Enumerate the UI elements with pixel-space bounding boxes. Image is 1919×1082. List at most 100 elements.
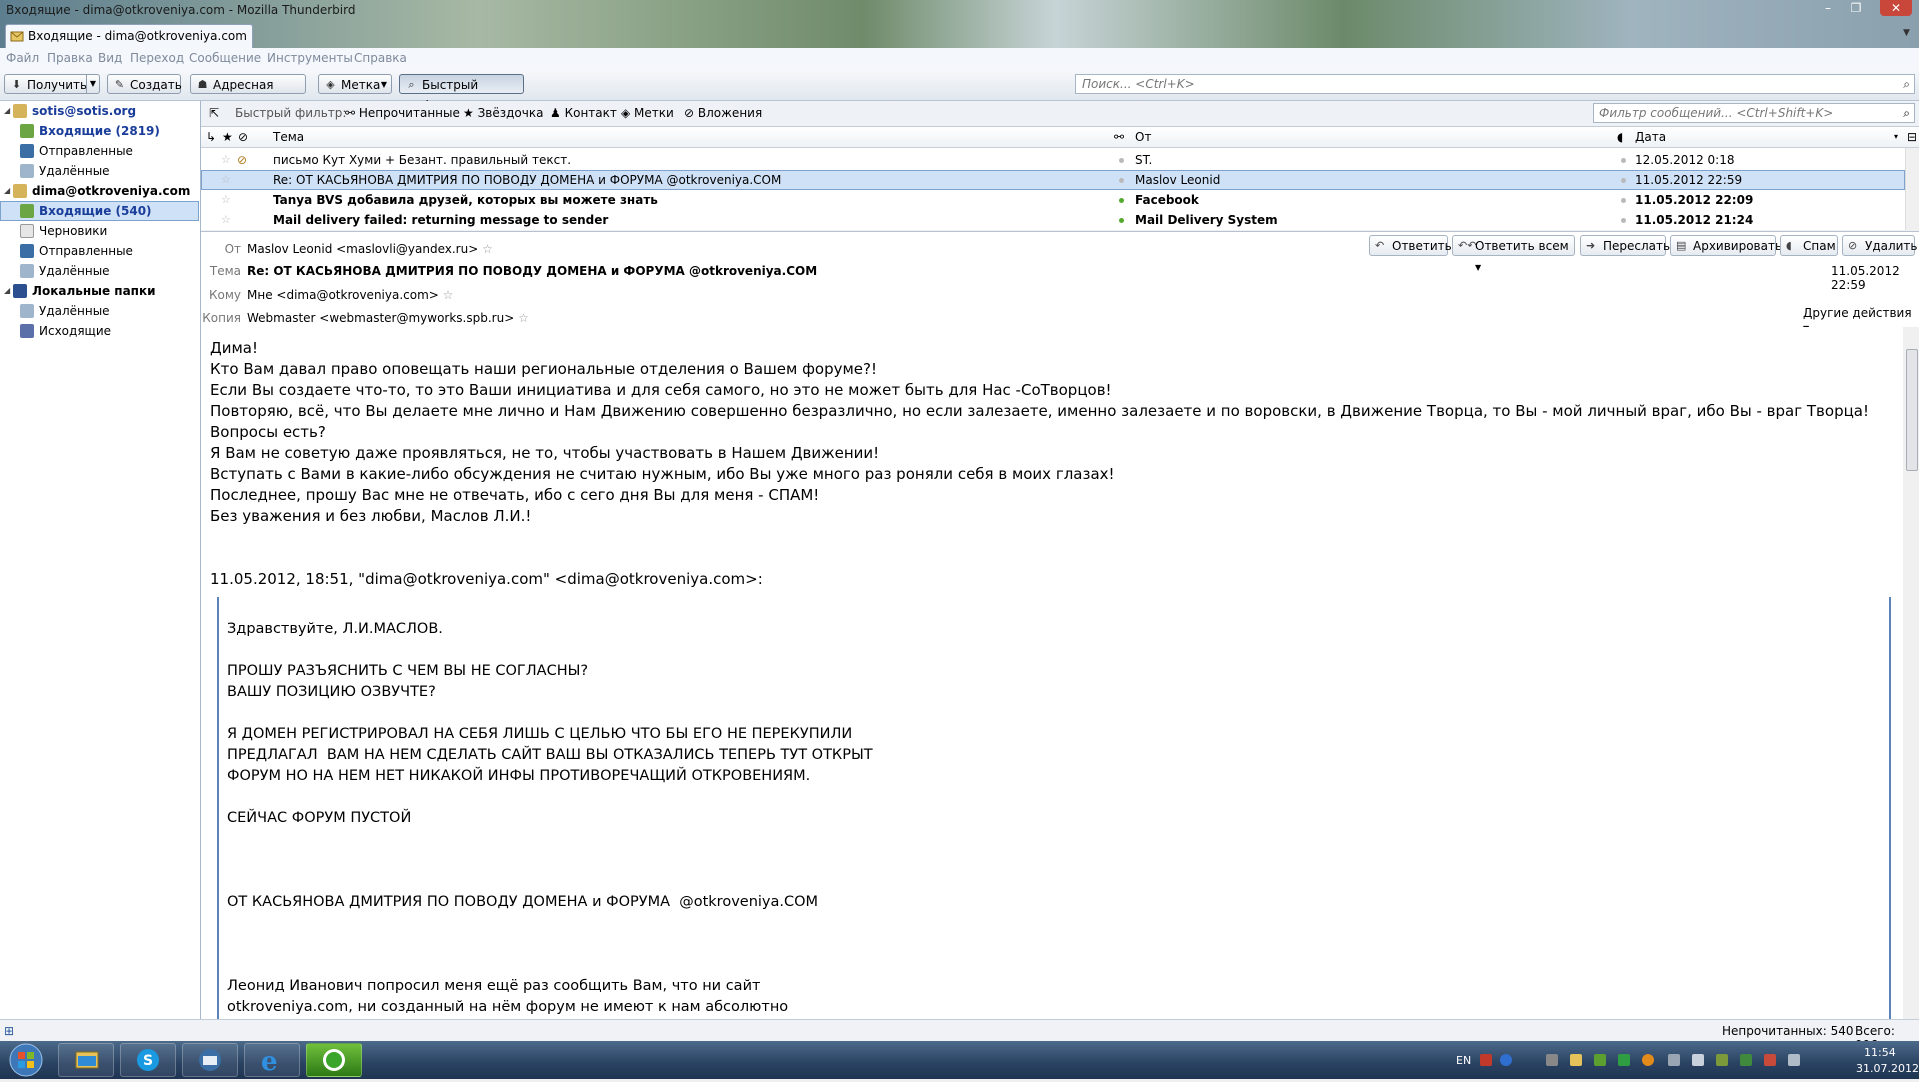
junk-dot-icon[interactable] bbox=[1621, 178, 1626, 183]
pin-icon[interactable]: ⇱ bbox=[209, 106, 219, 120]
folder-sent-dima[interactable]: Отправленные bbox=[0, 241, 199, 261]
update-icon[interactable] bbox=[1642, 1054, 1654, 1066]
star-icon[interactable]: ☆ bbox=[221, 190, 231, 210]
menu-message[interactable]: Сообщение bbox=[189, 51, 261, 65]
from-value[interactable]: Maslov Leonid <maslovli@yandex.ru> ☆ bbox=[247, 242, 493, 256]
folder-trash-sotis[interactable]: Удалённые bbox=[0, 161, 199, 181]
taskbar-thunderbird[interactable] bbox=[182, 1043, 238, 1077]
taskbar-explorer[interactable] bbox=[58, 1043, 114, 1077]
thread-scrollbar[interactable] bbox=[1905, 148, 1919, 230]
activity-icon[interactable]: ⊞ bbox=[4, 1024, 14, 1038]
help-icon[interactable] bbox=[1500, 1054, 1512, 1066]
unread-dot-icon[interactable] bbox=[1119, 198, 1124, 203]
close-button[interactable]: ✕ bbox=[1880, 0, 1912, 16]
green-tray-icon[interactable] bbox=[1740, 1054, 1752, 1066]
antivirus-icon[interactable] bbox=[1618, 1054, 1630, 1066]
taskbar-phone-app[interactable] bbox=[306, 1043, 362, 1077]
column-from[interactable]: От bbox=[1135, 130, 1151, 144]
table-row[interactable]: ☆ ⊘ письмо Кут Хуми + Безант. правильный… bbox=[201, 150, 1905, 170]
steam-icon[interactable] bbox=[1546, 1054, 1558, 1066]
table-row[interactable]: ☆ Tanya BVS добавила друзей, которых вы … bbox=[201, 190, 1905, 210]
star-column-icon[interactable]: ★ bbox=[222, 130, 233, 144]
clock-date[interactable]: 31.07.2012 bbox=[1856, 1062, 1919, 1075]
thread-column-icon[interactable]: ↳ bbox=[206, 130, 216, 144]
star-icon[interactable]: ☆ bbox=[221, 210, 231, 230]
folder-account-dima[interactable]: ◢ dima@otkroveniya.com bbox=[0, 181, 199, 201]
star-icon[interactable]: ☆ bbox=[482, 242, 493, 256]
star-icon[interactable]: ☆ bbox=[221, 150, 231, 170]
address-book-button[interactable]: ☗ Адресная книга bbox=[190, 74, 306, 112]
junk-column-icon[interactable]: ◖ bbox=[1617, 130, 1623, 144]
menu-file[interactable]: Файл bbox=[6, 51, 39, 65]
taskbar-skype[interactable]: S bbox=[120, 1043, 176, 1077]
get-mail-button[interactable]: ⬇ Получить bbox=[4, 74, 87, 94]
attachment-column-icon[interactable]: ⊘ bbox=[238, 130, 248, 144]
folder-account-sotis[interactable]: ◢ sotis@sotis.org bbox=[0, 101, 199, 121]
cc-value[interactable]: Webmaster <webmaster@myworks.spb.ru> ☆ bbox=[247, 311, 529, 325]
folder-tray-icon[interactable] bbox=[1570, 1054, 1582, 1066]
get-mail-dropdown[interactable]: ▼ bbox=[86, 74, 100, 94]
folder-inbox-sotis[interactable]: Входящие (2819) bbox=[0, 121, 199, 141]
menu-help[interactable]: Справка bbox=[354, 51, 407, 65]
search-input[interactable]: Поиск... <Ctrl+K> ⌕ bbox=[1075, 74, 1915, 94]
maximize-button[interactable]: ❐ bbox=[1844, 0, 1868, 16]
folder-local[interactable]: ◢ Локальные папки bbox=[0, 281, 199, 301]
column-subject[interactable]: Тема bbox=[273, 130, 304, 144]
volume-icon[interactable] bbox=[1692, 1054, 1704, 1066]
archive-button[interactable]: ▤ Архивировать bbox=[1670, 235, 1782, 256]
folder-inbox-dima[interactable]: Входящие (540) bbox=[0, 201, 199, 221]
folder-outbox-local[interactable]: Исходящие bbox=[0, 321, 199, 341]
language-indicator[interactable]: EN bbox=[1456, 1054, 1471, 1067]
message-filter-input[interactable]: Фильтр сообщений... <Ctrl+Shift+K> ⌕ bbox=[1593, 103, 1915, 123]
filter-attachments-toggle[interactable]: ⊘ Вложения bbox=[684, 106, 762, 120]
filter-contact-toggle[interactable]: ♟ Контакт bbox=[550, 106, 617, 120]
table-row-selected[interactable]: ☆ Re: ОТ КАСЬЯНОВА ДМИТРИЯ ПО ПОВОДУ ДОМ… bbox=[201, 170, 1905, 190]
delete-button[interactable]: ⊘ Удалить bbox=[1842, 235, 1918, 256]
no-network-icon[interactable] bbox=[1764, 1054, 1776, 1066]
star-icon[interactable]: ☆ bbox=[518, 311, 529, 325]
junk-dot-icon[interactable] bbox=[1621, 198, 1626, 203]
quick-filter-button[interactable]: ⌕ Быстрый фильтр bbox=[399, 74, 524, 112]
filter-tags-toggle[interactable]: ◈ Метки bbox=[621, 106, 674, 120]
menu-view[interactable]: Вид bbox=[98, 51, 122, 65]
minimize-button[interactable]: – bbox=[1816, 0, 1840, 16]
tabs-list-icon[interactable]: ▼ bbox=[1903, 28, 1910, 38]
display-icon[interactable] bbox=[1788, 1054, 1800, 1066]
column-date[interactable]: Дата bbox=[1635, 130, 1666, 144]
read-dot-icon[interactable] bbox=[1119, 158, 1124, 163]
menu-go[interactable]: Переход bbox=[130, 51, 184, 65]
to-value[interactable]: Мне <dima@otkroveniya.com> ☆ bbox=[247, 288, 453, 302]
folder-drafts-dima[interactable]: Черновики bbox=[0, 221, 199, 241]
tag-button[interactable]: ◈ Метка ▼ bbox=[318, 74, 392, 94]
star-icon[interactable]: ☆ bbox=[221, 170, 231, 190]
read-dot-icon[interactable] bbox=[1119, 178, 1124, 183]
flag-icon[interactable] bbox=[1480, 1054, 1492, 1066]
table-row[interactable]: ☆ Mail delivery failed: returning messag… bbox=[201, 210, 1905, 230]
menu-tools[interactable]: Инструменты bbox=[267, 51, 353, 65]
folder-sent-sotis[interactable]: Отправленные bbox=[0, 141, 199, 161]
filter-starred-toggle[interactable]: ★ Звёздочка bbox=[463, 106, 543, 120]
write-button[interactable]: ✎ Создать bbox=[107, 74, 182, 94]
junk-dot-icon[interactable] bbox=[1621, 158, 1626, 163]
taskbar-ie[interactable]: e bbox=[244, 1043, 300, 1077]
body-scrollbar[interactable] bbox=[1903, 327, 1919, 1019]
phone-tray-icon[interactable] bbox=[1594, 1054, 1606, 1066]
spam-button[interactable]: ◖ Спам bbox=[1780, 235, 1838, 256]
network-icon[interactable] bbox=[1668, 1054, 1680, 1066]
unread-dot-icon[interactable] bbox=[1119, 218, 1124, 223]
column-picker-icon[interactable]: ⊟ bbox=[1907, 130, 1917, 144]
reply-all-button[interactable]: ↶↶ Ответить всем ▼ bbox=[1452, 235, 1575, 272]
folder-trash-dima[interactable]: Удалённые bbox=[0, 261, 199, 281]
filter-unread-toggle[interactable]: ⚯ Непрочитанные bbox=[345, 106, 460, 120]
reply-button[interactable]: ↶ Ответить bbox=[1369, 235, 1452, 256]
star-icon[interactable]: ☆ bbox=[443, 288, 454, 302]
forward-button[interactable]: ➜ Переслать bbox=[1580, 235, 1670, 256]
scrollbar-thumb[interactable] bbox=[1906, 349, 1918, 471]
menu-edit[interactable]: Правка bbox=[47, 51, 93, 65]
clock-time[interactable]: 11:54 bbox=[1864, 1046, 1896, 1059]
folder-trash-local[interactable]: Удалённые bbox=[0, 301, 199, 321]
junk-dot-icon[interactable] bbox=[1621, 218, 1626, 223]
read-status-column-icon[interactable]: ⚯ bbox=[1114, 130, 1124, 144]
tab-inbox[interactable]: Входящие - dima@otkroveniya.com bbox=[5, 24, 253, 49]
start-button[interactable] bbox=[6, 1041, 46, 1079]
